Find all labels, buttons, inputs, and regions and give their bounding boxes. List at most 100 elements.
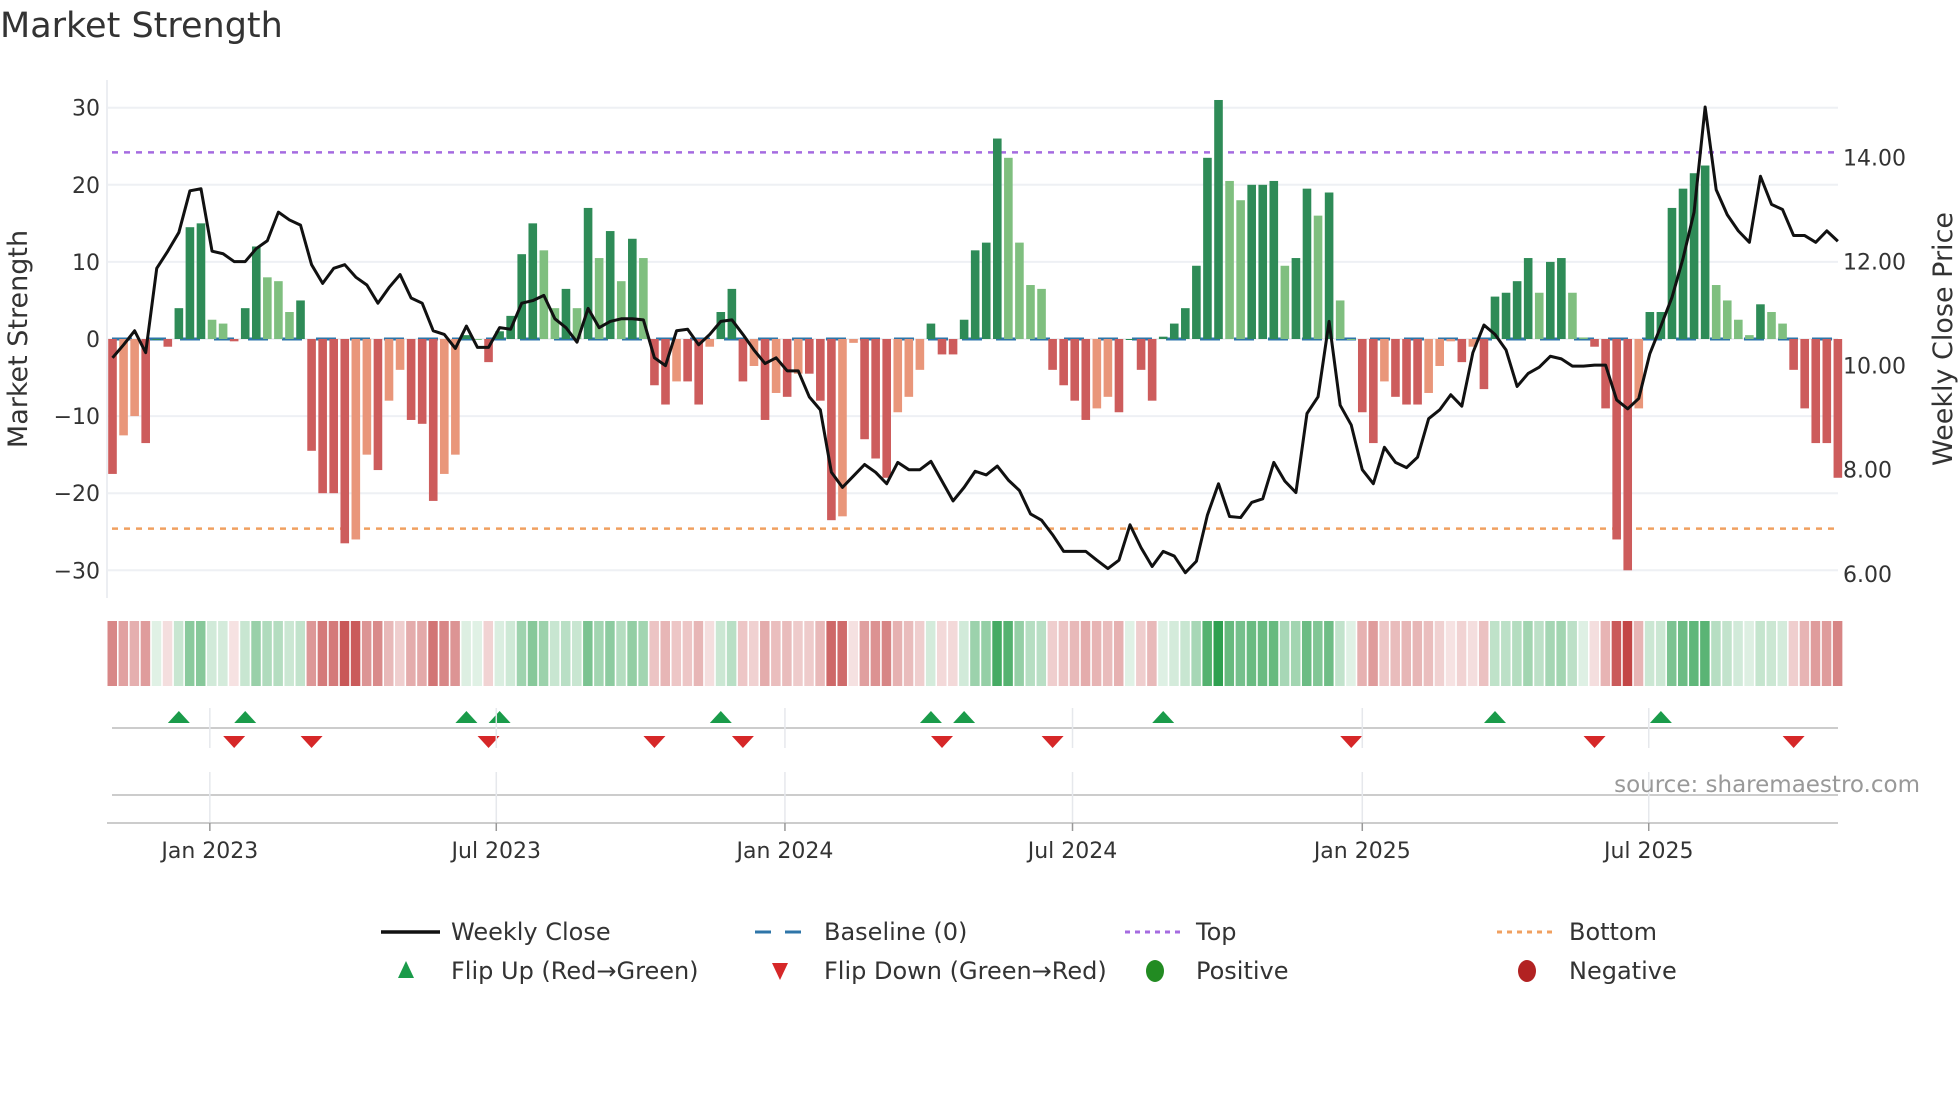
strength-bar	[351, 339, 361, 540]
strip-cell	[1125, 621, 1135, 686]
strip-cell	[1368, 621, 1378, 686]
strip-cell	[1633, 621, 1644, 686]
strip-cell	[1279, 621, 1290, 686]
strength-bar	[1357, 339, 1367, 413]
strip-cell	[273, 621, 283, 686]
strength-bar	[1623, 339, 1633, 571]
flip-up-marker	[488, 711, 511, 723]
strength-bar	[893, 339, 903, 413]
strength-bar	[285, 312, 294, 339]
strip-cell	[914, 621, 925, 686]
strength-bar	[1236, 200, 1245, 339]
strip-cell	[1501, 621, 1511, 686]
strip-cell	[1058, 621, 1069, 686]
strip-cell	[417, 621, 427, 686]
strength-bar	[362, 339, 372, 455]
strength-bar	[926, 323, 936, 339]
strip-cell	[1069, 621, 1080, 686]
strength-bar	[1103, 339, 1113, 397]
strength-bar	[1214, 99, 1223, 340]
strip-cell	[472, 621, 482, 686]
strength-bar	[406, 339, 416, 420]
strength-bar	[296, 300, 305, 339]
y2-tick-label: 6.00	[1843, 563, 1892, 588]
strip-cell	[1158, 621, 1168, 686]
strength-bar	[1158, 336, 1168, 339]
strip-cell	[970, 621, 980, 686]
flip-down-marker	[1041, 736, 1064, 748]
legend-label: Bottom	[1569, 918, 1657, 946]
legend-label: Top	[1195, 918, 1237, 946]
strength-bar	[251, 246, 261, 339]
legend-label: Positive	[1196, 957, 1289, 985]
strip-cell	[538, 621, 549, 686]
strip-cell	[284, 621, 294, 686]
strength-bar	[1380, 339, 1389, 382]
strip-cell	[505, 621, 516, 686]
strip-cell	[771, 621, 781, 686]
strength-bar	[970, 250, 980, 339]
y2-tick-label: 8.00	[1843, 459, 1892, 484]
strength-bar	[130, 339, 139, 417]
strip-cell	[306, 621, 317, 686]
strip-cell	[948, 621, 958, 686]
legend-label: Flip Down (Green→Red)	[824, 957, 1107, 985]
strip-cell	[1335, 621, 1345, 686]
strip-cell	[1788, 621, 1799, 686]
strip-cell	[1301, 621, 1312, 686]
strength-bar	[1734, 319, 1743, 339]
strip-cell	[251, 621, 261, 686]
legend-label: Weekly Close	[451, 918, 611, 946]
strength-bar	[1026, 285, 1035, 339]
strength-bar	[1192, 265, 1201, 339]
strength-bar	[1557, 258, 1566, 339]
strength-bar	[1501, 292, 1511, 339]
strength-bar	[1833, 339, 1843, 478]
strength-bar	[937, 339, 947, 355]
strip-cell	[1324, 621, 1334, 686]
strip-cell	[660, 621, 670, 686]
strength-bar	[1722, 300, 1732, 339]
strength-bar	[804, 339, 814, 374]
strength-bar	[904, 339, 914, 397]
strip-cell	[1478, 621, 1489, 686]
strength-bar	[1181, 308, 1190, 339]
strength-bar	[1568, 292, 1577, 339]
flip-up-marker	[1649, 711, 1672, 723]
strip-cell	[229, 621, 239, 686]
strength-bar	[1114, 339, 1124, 413]
strip-cell	[1235, 621, 1246, 686]
strength-bar	[1302, 188, 1312, 339]
source-credit: source: sharemaestro.com	[1614, 772, 1920, 798]
strip-cell	[1490, 621, 1500, 686]
strength-bar	[981, 242, 991, 339]
strip-cell	[140, 621, 151, 686]
strip-cell	[450, 621, 460, 686]
strength-bar	[827, 339, 836, 521]
strength-bar	[871, 339, 880, 459]
strength-bar	[1523, 258, 1533, 339]
strip-cell	[428, 621, 438, 686]
strip-cell	[649, 621, 659, 686]
strip-cell	[1655, 621, 1666, 686]
strip-cell	[1512, 621, 1522, 686]
strength-bar	[1391, 339, 1400, 397]
strength-bar	[1402, 339, 1411, 405]
strip-cell	[339, 621, 350, 686]
strip-cell	[1434, 621, 1445, 686]
strip-cell	[1766, 621, 1776, 686]
strip-cell	[1700, 621, 1710, 686]
strip-cell	[1147, 621, 1157, 686]
strength-bar	[1789, 339, 1798, 370]
strength-bar	[1203, 157, 1212, 339]
strip-cell	[372, 621, 383, 686]
strip-cell	[1821, 621, 1832, 686]
flip-down-marker	[731, 736, 754, 748]
strength-bar	[1435, 339, 1444, 366]
strip-cell	[616, 621, 626, 686]
strip-cell	[1534, 621, 1544, 686]
strip-cell	[1744, 621, 1754, 686]
strength-bar	[1778, 323, 1787, 339]
strip-cell	[195, 621, 206, 686]
strip-cell	[1357, 621, 1367, 686]
